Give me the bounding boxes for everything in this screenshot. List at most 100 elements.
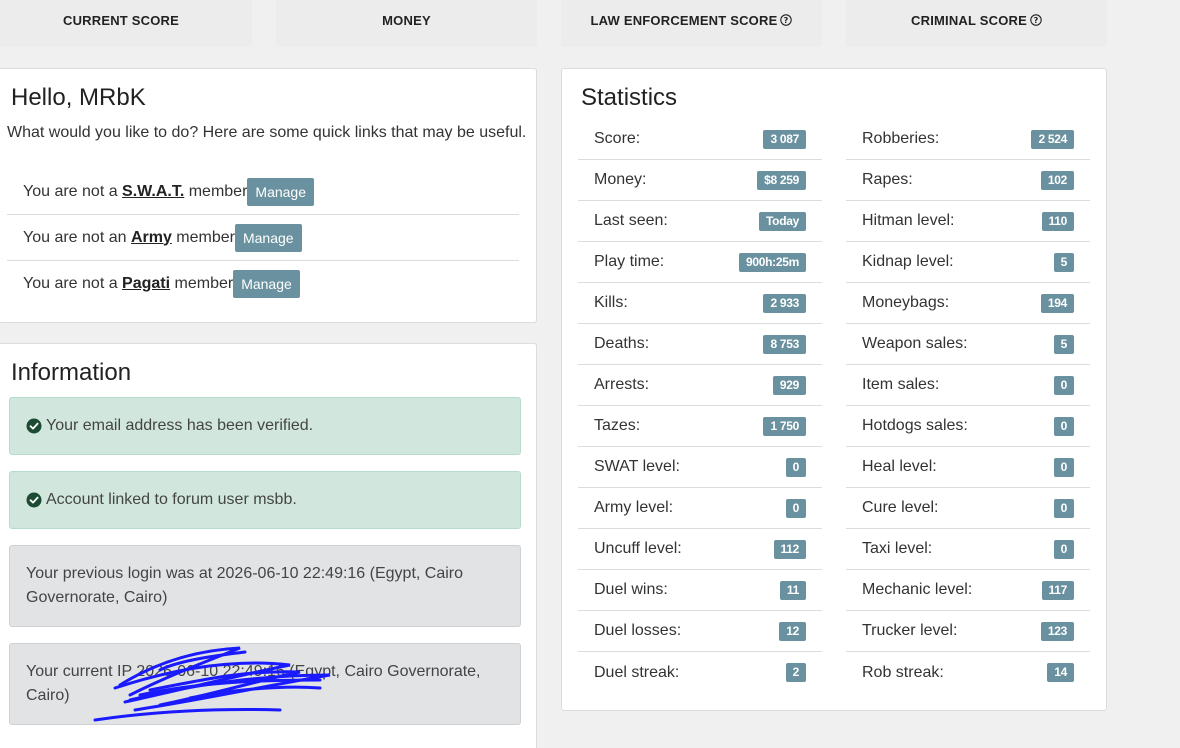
tile-money: MONEY: [276, 0, 537, 47]
email-verified-alert: Your email address has been verified.: [9, 397, 521, 455]
statistics-panel: Statistics Score: 3 087 Money: $8 259 Last…: [561, 68, 1107, 711]
svg-text:?: ?: [1034, 16, 1039, 25]
manage-army-button[interactable]: Manage: [234, 223, 302, 252]
stat-badge: Today: [759, 211, 806, 231]
tile-criminal-score-label: CRIMINAL SCORE: [911, 12, 1027, 28]
stat-badge: 0: [1053, 539, 1074, 559]
stat-robberies: Robberies: 2 524: [846, 119, 1090, 160]
stat-label: Robberies:: [862, 130, 940, 147]
information-panel: Information Your email address has been …: [0, 343, 537, 748]
manage-pagati-button[interactable]: Manage: [233, 270, 300, 298]
stat-badge: 14: [1047, 663, 1074, 682]
group-link-army[interactable]: Army: [131, 229, 172, 247]
stat-badge: 123: [1040, 621, 1074, 641]
stat-label: Kidnap level:: [862, 253, 954, 270]
stat-deaths: Deaths: 8 753: [578, 324, 822, 365]
member-prefix: You are not a: [23, 182, 123, 200]
stat-taxi-level: Taxi level: 0: [846, 529, 1090, 570]
member-prefix: You are not an: [23, 228, 131, 246]
stat-badge: 8 753: [763, 334, 806, 354]
hello-panel: Hello, MRbK What would you like to do? H…: [0, 68, 537, 323]
forum-linked-text: Account linked to forum user msbb.: [46, 491, 297, 508]
member-suffix: member: [170, 275, 234, 292]
stat-item-sales: Item sales: 0: [846, 365, 1090, 406]
stat-kills: Kills: 2 933: [578, 283, 822, 324]
stat-label: Play time:: [594, 253, 665, 270]
member-row-swat: You are not a S.W.A.T. member Manage: [7, 169, 519, 215]
stat-label: Money:: [594, 171, 647, 188]
stat-label: Hotdogs sales:: [862, 417, 968, 434]
stat-label: Taxi level:: [862, 540, 933, 557]
stat-label: Trucker level:: [862, 622, 958, 639]
group-link-swat[interactable]: S.W.A.T.: [122, 183, 184, 201]
tile-law-enforcement-label: LAW ENFORCEMENT SCORE: [590, 12, 778, 28]
question-circle-icon[interactable]: ?: [1030, 14, 1042, 26]
stat-label: Duel wins:: [594, 581, 668, 598]
stat-badge: 2 933: [763, 293, 806, 313]
member-suffix: member: [184, 182, 248, 200]
hello-title: Hello, MRbK: [11, 84, 146, 111]
stat-label: Moneybags:: [862, 294, 950, 311]
stat-label: Kills:: [594, 294, 628, 311]
stat-label: Duel streak:: [594, 663, 680, 681]
tile-criminal-score: CRIMINAL SCORE ?: [846, 0, 1107, 47]
member-row-army: You are not an Army member Manage: [7, 215, 519, 261]
stat-badge: 0: [1053, 416, 1074, 436]
stat-label: Rob streak:: [862, 663, 944, 681]
tile-current-score: CURRENT SCORE: [0, 0, 252, 47]
stat-label: Last seen:: [594, 212, 668, 229]
stat-label: Deaths:: [594, 335, 650, 352]
stat-badge: 3 087: [763, 129, 806, 149]
stat-label: Cure level:: [862, 499, 939, 516]
current-login-text: Your current IP 2026-06-10 22:49:16 (Egy…: [26, 663, 481, 704]
stat-label: Weapon sales:: [862, 335, 968, 352]
stat-badge: 194: [1040, 293, 1074, 313]
stat-uncuff-level: Uncuff level: 112: [578, 529, 822, 570]
manage-swat-button[interactable]: Manage: [247, 177, 314, 206]
question-circle-icon[interactable]: ?: [780, 14, 793, 26]
tile-money-label: MONEY: [382, 12, 431, 28]
stat-badge: 0: [1053, 457, 1074, 477]
stat-tazes: Tazes: 1 750: [578, 406, 822, 447]
stat-money: Money: $8 259: [578, 160, 822, 201]
stat-trucker-level: Trucker level: 123: [846, 611, 1090, 652]
stat-badge: 110: [1041, 211, 1074, 231]
stats-left-column: Score: 3 087 Money: $8 259 Last seen: Today…: [578, 119, 822, 693]
stat-hitman-level: Hitman level: 110: [846, 201, 1090, 242]
stat-label: Hitman level:: [862, 212, 955, 229]
stat-label: Score:: [594, 130, 641, 147]
stat-label: Rapes:: [862, 171, 913, 188]
stat-hotdogs-sales: Hotdogs sales: 0: [846, 406, 1090, 447]
stat-label: Duel losses:: [594, 622, 682, 639]
stat-mechanic-level: Mechanic level: 117: [846, 570, 1090, 611]
check-circle-icon: [26, 492, 42, 508]
stat-swat-level: SWAT level: 0: [578, 447, 822, 488]
stat-rapes: Rapes: 102: [846, 160, 1090, 201]
stat-badge: 2: [785, 663, 806, 682]
group-link-pagati[interactable]: Pagati: [122, 275, 170, 293]
forum-linked-alert: Account linked to forum user msbb.: [9, 471, 521, 529]
stat-badge: 2 524: [1031, 129, 1074, 149]
stat-weapon-sales: Weapon sales: 5: [846, 324, 1090, 365]
stat-label: Arrests:: [594, 376, 650, 393]
stat-label: SWAT level:: [594, 458, 680, 475]
stat-badge: 102: [1040, 170, 1074, 190]
stat-badge: 0: [785, 498, 806, 518]
previous-login-text: Your previous login was at 2026-06-10 22…: [26, 565, 464, 606]
current-login-alert: Your current IP 2026-06-10 22:49:16 (Egy…: [9, 643, 521, 725]
stat-badge: 0: [785, 457, 806, 477]
email-verified-text: Your email address has been verified.: [46, 417, 314, 434]
stat-badge: 900h:25m: [739, 252, 806, 272]
stat-play-time: Play time: 900h:25m: [578, 242, 822, 283]
stat-army-level: Army level: 0: [578, 488, 822, 529]
stat-badge: 117: [1041, 580, 1074, 600]
stat-badge: 5: [1053, 334, 1074, 354]
stat-kidnap-level: Kidnap level: 5: [846, 242, 1090, 283]
stat-score: Score: 3 087: [578, 119, 822, 160]
stat-label: Mechanic level:: [862, 581, 973, 598]
tile-current-score-label: CURRENT SCORE: [63, 12, 179, 28]
stat-heal-level: Heal level: 0: [846, 447, 1090, 488]
stat-badge: 112: [773, 539, 806, 559]
stat-badge: 12: [779, 621, 806, 641]
stat-label: Uncuff level:: [594, 540, 682, 557]
